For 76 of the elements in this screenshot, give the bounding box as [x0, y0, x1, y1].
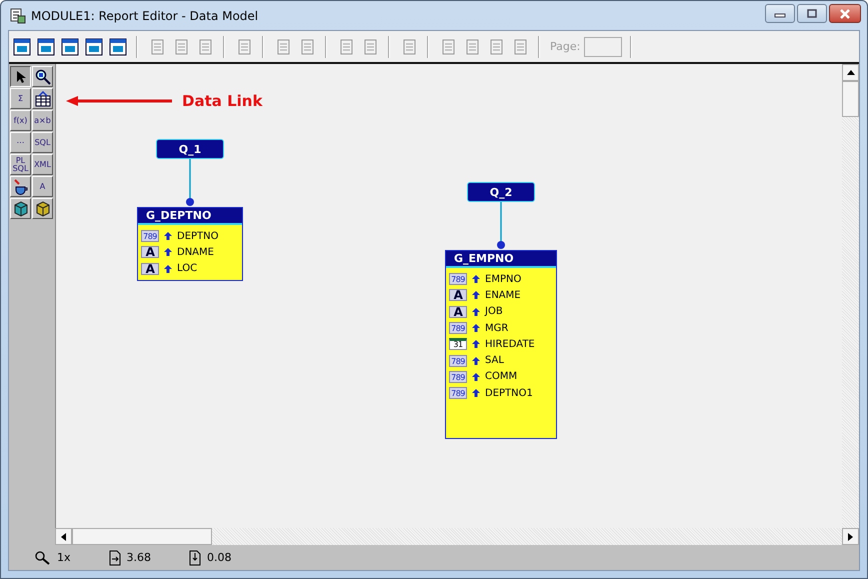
tool-button[interactable]: A: [32, 176, 53, 197]
toolbar-button[interactable]: [59, 36, 80, 57]
up-arrow-icon: [846, 70, 854, 75]
column-name: HIREDATE: [485, 338, 535, 350]
toolbar-button[interactable]: [83, 36, 104, 57]
field-type-icon: 789: [449, 370, 467, 383]
field-type-icon: 789: [449, 273, 467, 286]
left-arrow-icon: [61, 532, 66, 540]
field-type-icon: 789: [141, 230, 159, 242]
page-right-icon: [108, 550, 121, 566]
minimize-button[interactable]: [765, 4, 795, 23]
pointer-icon: [16, 70, 26, 84]
column-name: JOB: [485, 306, 503, 318]
tool-button[interactable]: [10, 66, 31, 87]
column-name: LOC: [177, 263, 198, 274]
app-icon: [9, 6, 27, 24]
scroll-thumb[interactable]: [842, 81, 859, 117]
table-icon: [34, 90, 52, 106]
query-node[interactable]: Q_1: [156, 139, 224, 159]
column-name: MGR: [485, 322, 508, 334]
maximize-icon: [806, 8, 818, 18]
page-down-icon: [189, 550, 202, 566]
status-value: 3.68: [126, 551, 152, 564]
link-line: [185, 159, 195, 207]
tool-button[interactable]: a×b: [32, 110, 53, 131]
link-line: [496, 202, 506, 250]
window-icon: [36, 38, 54, 56]
scroll-right-button[interactable]: [842, 528, 859, 545]
group-title: G_EMPNO: [446, 251, 556, 268]
window-icon: [60, 38, 78, 56]
group-title: G_DEPTNO: [138, 208, 242, 225]
close-button[interactable]: [829, 4, 861, 23]
field-type-icon: 31: [449, 338, 467, 350]
tool-button[interactable]: PL SQL: [10, 154, 31, 175]
toolbar-button[interactable]: [35, 36, 56, 57]
column-name: SAL: [485, 355, 504, 366]
maximize-button[interactable]: [797, 4, 827, 23]
field-type-icon: 789: [449, 354, 467, 367]
status-value: 1x: [57, 551, 71, 564]
window-icon: [84, 38, 102, 56]
magnifier-icon: [34, 68, 50, 84]
field-type-icon: 789: [449, 387, 467, 400]
tool-button[interactable]: ⋯: [10, 132, 31, 153]
tool-button[interactable]: SQL: [32, 132, 53, 153]
magnifier-icon: [35, 550, 51, 564]
column-name: COMM: [485, 371, 518, 382]
field-type-icon: A: [449, 289, 467, 302]
cup-icon: [12, 178, 28, 194]
toolbar-button[interactable]: [107, 36, 128, 57]
right-arrow-icon: [848, 532, 853, 540]
column-name: DEPTNO: [177, 230, 219, 242]
column-name: DEPTNO1: [485, 388, 533, 399]
tool-button[interactable]: Σ: [10, 88, 31, 109]
window-icon: [12, 38, 30, 56]
toolbar-button[interactable]: [11, 36, 32, 57]
group-node[interactable]: G_EMPNO 789 EMPNO A ENAME A JOB 789 MGR 31 HIREDATE 789 SAL 789 COMM 789 DEPTNO1: [445, 250, 557, 439]
scroll-up-button[interactable]: [842, 64, 859, 81]
status-value: 0.08: [207, 551, 232, 564]
column-name: EMPNO: [485, 274, 522, 285]
close-icon: [838, 8, 852, 18]
column-name: ENAME: [485, 290, 521, 301]
field-type-icon: A: [141, 262, 159, 275]
tool-button[interactable]: f(x): [10, 110, 31, 131]
window-title: MODULE1: Report Editor - Data Model: [31, 8, 258, 22]
annotation-text: Data Link: [182, 92, 262, 110]
page-label: Page:: [550, 40, 580, 53]
field-type-icon: A: [449, 306, 467, 318]
field-type-icon: A: [141, 246, 159, 258]
window-icon: [108, 38, 126, 56]
scroll-thumb[interactable]: [72, 528, 212, 545]
column-name: DNAME: [177, 246, 214, 258]
group-node[interactable]: G_DEPTNO 789 DEPTNO A DNAME A LOC: [137, 207, 243, 281]
query-node[interactable]: Q_2: [467, 182, 535, 202]
tool-button[interactable]: XML: [32, 154, 53, 175]
scroll-left-button[interactable]: [55, 528, 72, 545]
field-type-icon: 789: [449, 322, 467, 334]
